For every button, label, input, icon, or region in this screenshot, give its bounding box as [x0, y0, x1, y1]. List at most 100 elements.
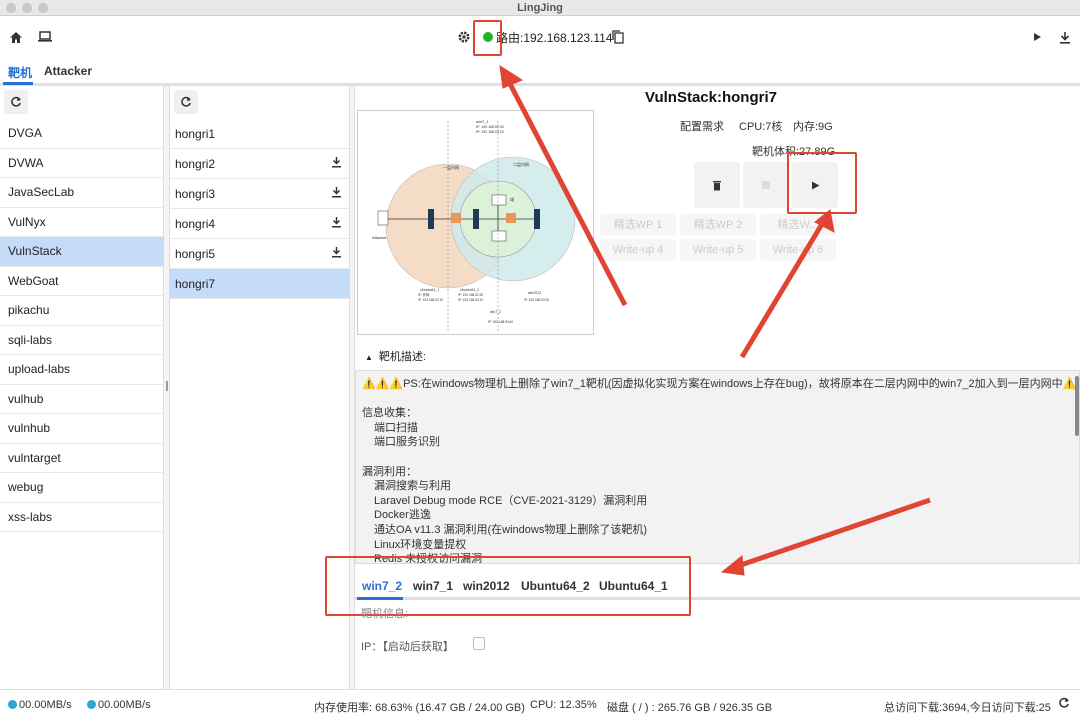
- target-item[interactable]: hongri3: [170, 179, 350, 209]
- target-item-label: hongri3: [175, 187, 216, 201]
- description-label: 靶机描述:: [378, 351, 426, 363]
- refresh-stats-icon[interactable]: [1058, 697, 1070, 712]
- main-tabs: 靶机 Attacker: [0, 58, 1080, 86]
- download-icon[interactable]: [331, 149, 342, 179]
- wp-button-1[interactable]: 精选WP 1: [600, 214, 676, 236]
- visit-stats: 总访问下载:3694,今日访问下载:25: [884, 702, 1051, 714]
- collapse-arrow-icon: ▲: [365, 353, 373, 362]
- stop-icon: [762, 181, 770, 189]
- description-box[interactable]: ⚠️⚠️⚠️PS:在windows物理机上删除了win7_1靶机(因虚拟化实现方…: [355, 370, 1080, 564]
- download-icon[interactable]: [331, 209, 342, 239]
- target-item[interactable]: hongri5: [170, 239, 350, 269]
- copy-icon[interactable]: [608, 27, 628, 47]
- diagram-label: win2012: [528, 291, 541, 295]
- description-header[interactable]: ▲ 靶机描述:: [365, 348, 426, 364]
- lab-item[interactable]: vulhub: [0, 385, 164, 414]
- target-item[interactable]: hongri4: [170, 209, 350, 239]
- lab-item[interactable]: webug: [0, 473, 164, 503]
- diagram-label: 一层内网: [443, 164, 459, 170]
- cpu-requirement: CPU:7核: [739, 121, 783, 133]
- target-detail: win7_1 IP: 192.168.52.30 IP: 192.168.93.…: [325, 86, 1080, 689]
- lab-item[interactable]: JavaSecLab: [0, 178, 164, 208]
- cpu-usage: CPU: 12.35%: [530, 699, 597, 711]
- lab-item[interactable]: upload-labs: [0, 355, 164, 385]
- laptop-icon[interactable]: [35, 27, 55, 47]
- lab-item[interactable]: vulntarget: [0, 444, 164, 473]
- diagram-label: 域: [510, 196, 514, 202]
- diagram-label: IP: 192.168.93.20: [476, 130, 504, 134]
- target-item[interactable]: hongri2: [170, 149, 350, 179]
- stop-button[interactable]: [743, 162, 789, 208]
- diagram-label: win7_2: [490, 310, 501, 314]
- refresh-labs-button[interactable]: [4, 90, 28, 114]
- tab-attacker[interactable]: Attacker: [44, 64, 92, 78]
- diagram-label: IP: 192.168.93.10: [458, 298, 483, 302]
- target-item-label: hongri5: [175, 247, 216, 261]
- play-icon[interactable]: [1027, 27, 1047, 47]
- description-line: Laravel Debug mode RCE（CVE-2021-3129）漏洞利…: [374, 494, 648, 507]
- diagram-label: IP: 192.168.93.40: [488, 320, 513, 324]
- lab-item[interactable]: VulNyx: [0, 208, 164, 237]
- tab-targets[interactable]: 靶机: [8, 64, 32, 81]
- wp-button-2[interactable]: 精选WP 2: [680, 214, 756, 236]
- diagram-label: IP: 192.168.52.20: [458, 293, 483, 297]
- description-line: 端口扫描: [374, 421, 418, 434]
- home-icon[interactable]: [6, 27, 26, 47]
- delete-button[interactable]: [694, 162, 740, 208]
- description-line: 漏洞利用：: [362, 465, 417, 478]
- download-speed: 00.00MB/s: [87, 699, 151, 711]
- download-icon[interactable]: [331, 179, 342, 209]
- config-requirement-label: 配置需求: [680, 121, 724, 133]
- description-scrollbar[interactable]: [1075, 376, 1079, 436]
- diagram-label: win7_1: [476, 119, 489, 124]
- writeup-button-6[interactable]: Write-up 6: [760, 239, 836, 261]
- download-icon[interactable]: [331, 239, 342, 269]
- writeup-button-5[interactable]: Write-up 5: [680, 239, 756, 261]
- download-icon[interactable]: [1055, 27, 1075, 47]
- description-line: 漏洞搜索与利用: [374, 480, 451, 493]
- diagram-label: Attacker: [372, 235, 387, 240]
- target-list-panel: hongri1 hongri2 hongri3 hongri4 hongri5 hongr…: [170, 86, 350, 689]
- diagram-label: Ubuntu64_1: [420, 288, 439, 292]
- target-item[interactable]: hongri1: [170, 119, 350, 149]
- status-bar: 00.00MB/s 00.00MB/s 内存使用率: 68.63% (16.47…: [0, 689, 1080, 719]
- upload-icon: [8, 700, 17, 709]
- copy-ip-icon[interactable]: [473, 637, 485, 650]
- window-titlebar: LingJing: [0, 0, 1080, 16]
- diagram-label: IP: 192.168.52.10: [418, 298, 443, 302]
- active-tab-indicator: [3, 82, 33, 85]
- memory-requirement: 内存:9G: [793, 121, 833, 133]
- lab-item[interactable]: vulnhub: [0, 414, 164, 444]
- wp-button-3[interactable]: 精选W...: [760, 214, 836, 236]
- refresh-targets-button[interactable]: [174, 90, 198, 114]
- lab-item[interactable]: xss-labs: [0, 503, 164, 532]
- target-title: VulnStack:hongri7: [645, 89, 777, 106]
- toolbar: 路由:192.168.123.114: [0, 16, 1080, 58]
- lab-item[interactable]: sqli-labs: [0, 326, 164, 355]
- target-item-label: hongri7: [175, 277, 216, 291]
- lab-item[interactable]: pikachu: [0, 296, 164, 326]
- gear-icon[interactable]: [454, 27, 474, 47]
- description-line: Linux环境变量提权: [374, 538, 467, 551]
- description-line: 端口服务识别: [374, 436, 440, 449]
- memory-usage: 内存使用率: 68.63% (16.47 GB / 24.00 GB): [314, 702, 525, 714]
- lab-item[interactable]: VulnStack: [0, 237, 164, 267]
- splitter-grip[interactable]: [166, 381, 168, 391]
- target-item-label: hongri4: [175, 217, 216, 231]
- description-line: [362, 450, 1073, 465]
- target-item[interactable]: hongri7: [170, 269, 350, 299]
- lab-item[interactable]: DVGA: [0, 119, 164, 149]
- host-ip: IP：【启动后获取】: [361, 641, 454, 653]
- target-item-label: hongri2: [175, 157, 216, 171]
- lab-item[interactable]: DVWA: [0, 149, 164, 178]
- diagram-label: IP: 外网: [418, 292, 429, 297]
- description-line: [362, 392, 1073, 407]
- writeup-button-4[interactable]: Write-up 4: [600, 239, 676, 261]
- description-line: Docker逃逸: [374, 509, 431, 522]
- route-address: 路由:192.168.123.114: [496, 31, 613, 45]
- lab-item[interactable]: WebGoat: [0, 267, 164, 296]
- trash-icon: [713, 180, 721, 190]
- diagram-label: IP: 192.168.52.30: [476, 125, 504, 129]
- diagram-label: Ubuntu64_2: [460, 288, 479, 292]
- lab-list: DVGA DVWA JavaSecLab VulNyx VulnStack WebGoat…: [0, 119, 164, 532]
